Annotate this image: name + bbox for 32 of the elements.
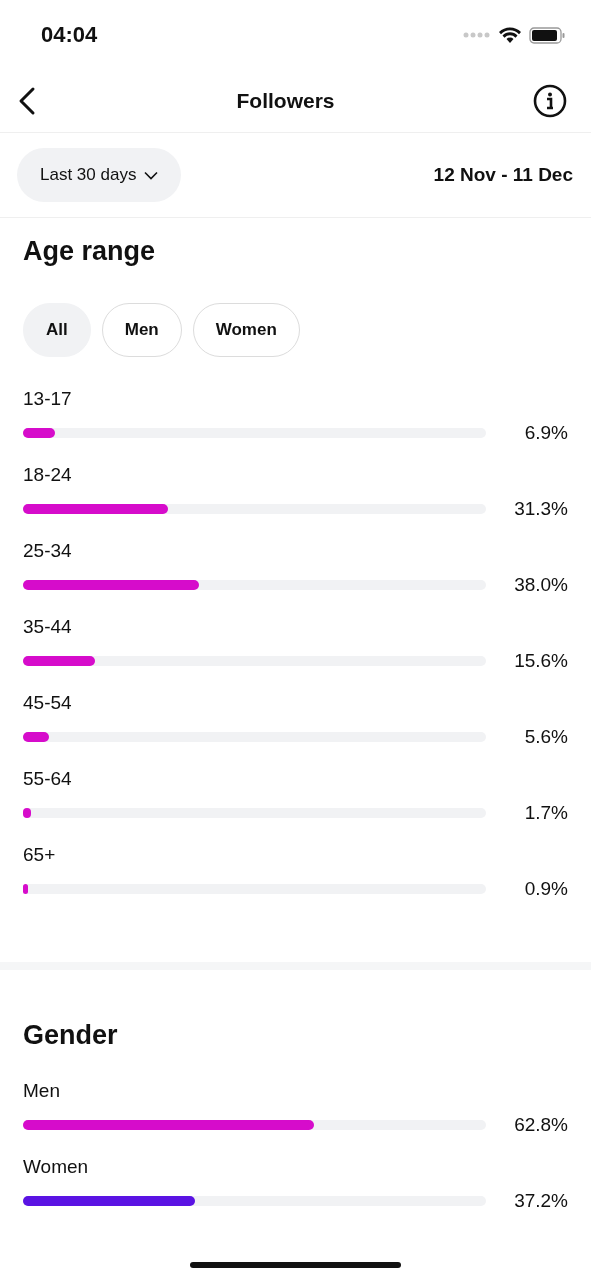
percentage: 62.8% [513, 1114, 568, 1136]
percentage: 15.6% [513, 650, 568, 672]
age-label: 55-64 [23, 768, 73, 790]
info-button[interactable] [533, 84, 567, 118]
percentage: 38.0% [513, 574, 568, 596]
filter-chip[interactable]: All [23, 303, 91, 357]
age-label: Women [23, 1156, 90, 1178]
status-time: 04:04 [41, 22, 98, 48]
percentage: 6.9% [523, 422, 568, 444]
battery-icon [529, 26, 565, 44]
percentage: 1.7% [523, 802, 568, 824]
signal-icon [463, 32, 491, 38]
percentage: 5.6% [523, 726, 568, 748]
age-label: 65+ [23, 844, 57, 866]
age-label: Men [23, 1080, 61, 1102]
page-title: Followers [236, 89, 335, 113]
age-label: 35-44 [23, 616, 73, 638]
age-label: 25-34 [23, 540, 73, 562]
age-label: 18-24 [23, 464, 73, 486]
section-title: Age range [22, 235, 157, 268]
percentage: 31.3% [513, 498, 568, 520]
filter-chip[interactable]: Men [101, 303, 182, 357]
wifi-icon [499, 27, 521, 43]
section-title: Gender [22, 1019, 119, 1052]
age-label: 45-54 [23, 692, 73, 714]
date-range: 12 Nov - 11 Dec [433, 164, 573, 186]
age-label: 13-17 [23, 388, 73, 410]
percentage: 0.9% [523, 878, 568, 900]
percentage: 37.2% [513, 1190, 568, 1212]
filter-chip[interactable]: Women [192, 303, 300, 357]
period-dropdown[interactable]: Last 30 days [17, 148, 182, 202]
chevron-down-icon [144, 170, 159, 180]
